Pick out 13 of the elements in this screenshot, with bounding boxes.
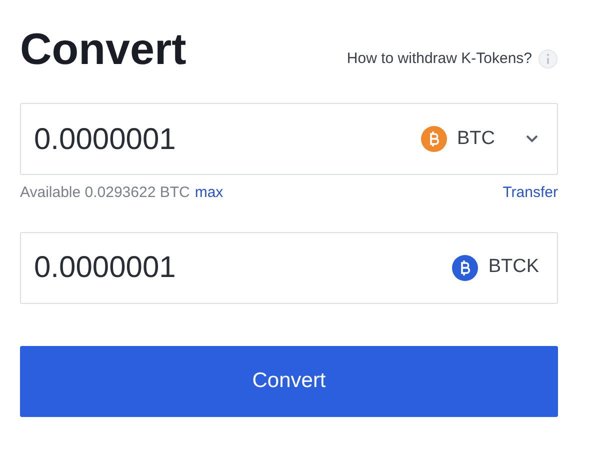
available-balance: Available 0.0293622 BTC: [20, 183, 190, 203]
amount-field[interactable]: 0.0000001: [34, 116, 421, 162]
token-label: BTC: [457, 126, 495, 151]
amount-input-box[interactable]: 0.0000001 BTCK: [20, 232, 558, 304]
page-title: Convert: [20, 28, 186, 72]
token-label: BTCK: [488, 255, 539, 280]
amount-field[interactable]: 0.0000001: [34, 245, 452, 290]
convert-button[interactable]: Convert: [20, 346, 558, 416]
amount-input-box[interactable]: 0.0000001 BTC: [20, 103, 558, 175]
max-link[interactable]: max: [194, 182, 224, 204]
transfer-link[interactable]: Transfer: [502, 182, 558, 204]
help-link[interactable]: How to withdraw K-Tokens?: [346, 48, 532, 70]
chevron-down-icon[interactable]: [525, 134, 539, 144]
